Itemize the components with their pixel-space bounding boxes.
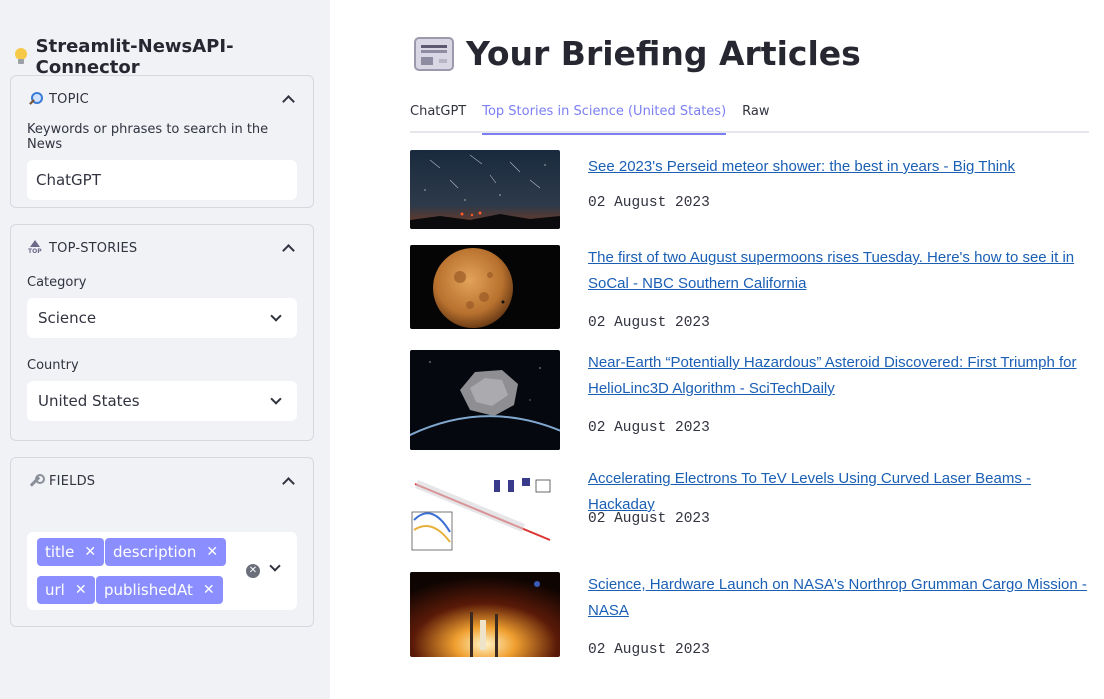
chevron-up-icon[interactable] [282, 244, 295, 257]
article-item: Near-Earth “Potentially Hazardous” Aster… [410, 350, 1100, 450]
remove-tag-icon[interactable]: ✕ [75, 582, 87, 598]
chevron-down-icon [270, 393, 282, 405]
remove-tag-icon[interactable]: ✕ [84, 544, 96, 560]
topic-header-label: TOPIC [49, 91, 89, 107]
top-stories-expander: TOP-STORIES Category Science Country Uni… [10, 224, 314, 441]
chevron-up-icon[interactable] [282, 95, 295, 108]
field-tag-publishedat[interactable]: publishedAt ✕ [96, 576, 223, 604]
category-select-value: Science [38, 309, 97, 327]
magnifying-glass-icon [27, 91, 43, 107]
article-title-link[interactable]: The first of two August supermoons rises… [588, 245, 1090, 297]
page-title-text: Your Briefing Articles [466, 34, 861, 73]
wrench-icon [27, 473, 45, 489]
chevron-down-icon[interactable] [269, 560, 281, 572]
article-date: 02 August 2023 [588, 315, 710, 331]
fields-header-label: FIELDS [49, 473, 96, 489]
tab-bar: ChatGPT Top Stories in Science (United S… [410, 100, 1089, 135]
top-stories-expander-header[interactable]: TOP-STORIES [11, 225, 313, 271]
app-title: Streamlit-NewsAPI-Connector [14, 36, 330, 78]
field-tag-label: publishedAt [104, 581, 193, 599]
fields-multiselect[interactable]: title ✕ description ✕ url ✕ publishedAt ✕ ✕ [27, 532, 297, 610]
lightbulb-icon [14, 47, 28, 67]
country-label: Country [27, 358, 79, 373]
keywords-input[interactable]: ChatGPT [27, 160, 297, 200]
fields-expander: FIELDS title ✕ description ✕ url ✕ publishe… [10, 457, 314, 627]
category-label: Category [27, 275, 87, 290]
chevron-down-icon [270, 310, 282, 322]
topic-expander: TOPIC Keywords or phrases to search in t… [10, 75, 314, 208]
newspaper-icon [414, 36, 454, 71]
article-title-link[interactable]: Near-Earth “Potentially Hazardous” Aster… [588, 350, 1090, 402]
fields-expander-header[interactable]: FIELDS [11, 458, 313, 504]
article-item: The first of two August supermoons rises… [410, 245, 1100, 331]
article-item: See 2023's Perseid meteor shower: the be… [410, 150, 1100, 230]
clear-all-icon[interactable]: ✕ [246, 564, 260, 578]
remove-tag-icon[interactable]: ✕ [206, 544, 218, 560]
article-item: Accelerating Electrons To TeV Levels Usi… [410, 462, 1100, 552]
topic-expander-header[interactable]: TOPIC [11, 76, 313, 122]
field-tag-title[interactable]: title ✕ [37, 538, 105, 566]
article-date: 02 August 2023 [588, 642, 710, 658]
top-stories-header-label: TOP-STORIES [49, 240, 138, 256]
article-date: 02 August 2023 [588, 511, 710, 527]
field-tag-label: description [113, 543, 197, 561]
field-tag-url[interactable]: url ✕ [37, 576, 95, 604]
field-tag-label: url [45, 581, 65, 599]
remove-tag-icon[interactable]: ✕ [203, 582, 215, 598]
app-title-text: Streamlit-NewsAPI-Connector [35, 36, 234, 78]
article-thumbnail-rocket-launch [410, 572, 560, 657]
tab-raw[interactable]: Raw [742, 100, 769, 133]
country-select-value: United States [38, 392, 140, 410]
tab-chatgpt[interactable]: ChatGPT [410, 100, 466, 133]
article-date: 02 August 2023 [588, 420, 710, 436]
article-item: Science, Hardware Launch on NASA's North… [410, 572, 1100, 658]
sidebar: Streamlit-NewsAPI-Connector TOPIC Keywor… [0, 0, 330, 699]
page-title: Your Briefing Articles [414, 34, 861, 73]
tab-top-stories[interactable]: Top Stories in Science (United States) [482, 100, 726, 135]
article-title-link[interactable]: See 2023's Perseid meteor shower: the be… [588, 154, 1090, 180]
chevron-up-icon[interactable] [282, 477, 295, 490]
field-tag-description[interactable]: description ✕ [105, 538, 227, 566]
article-thumbnail-laser-diagram [410, 462, 560, 552]
keywords-label: Keywords or phrases to search in the New… [27, 122, 269, 152]
country-select[interactable]: United States [27, 381, 297, 421]
article-date: 02 August 2023 [588, 195, 710, 211]
article-thumbnail-asteroid [410, 350, 560, 450]
article-thumbnail-meteors [410, 150, 560, 229]
article-title-link[interactable]: Science, Hardware Launch on NASA's North… [588, 572, 1090, 624]
top-arrow-icon [27, 240, 43, 256]
field-tag-label: title [45, 543, 75, 561]
article-thumbnail-supermoon [410, 245, 560, 329]
category-select[interactable]: Science [27, 298, 297, 338]
